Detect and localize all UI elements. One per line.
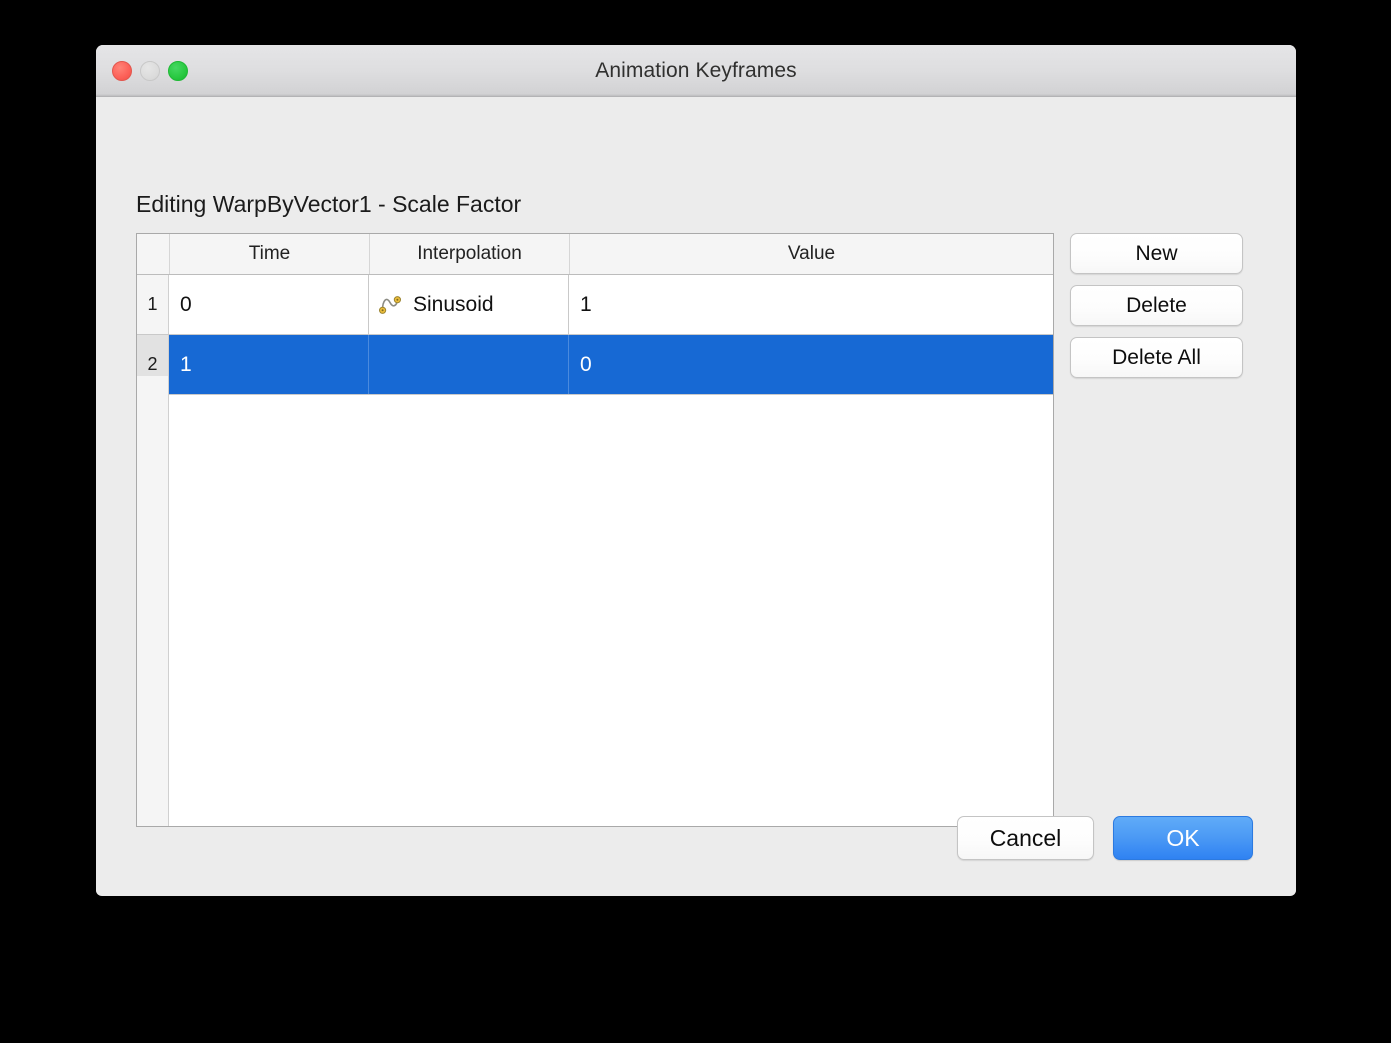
editing-heading: Editing WarpByVector1 - Scale Factor [136, 191, 522, 217]
ok-button[interactable]: OK [1113, 816, 1253, 860]
table-header-row: Time Interpolation Value [137, 234, 1053, 275]
delete-button[interactable]: Delete [1070, 285, 1243, 326]
table-actions: New Delete Delete All [1070, 233, 1243, 378]
delete-all-button[interactable]: Delete All [1070, 337, 1243, 378]
new-button[interactable]: New [1070, 233, 1243, 274]
table-gutter-filler [137, 376, 169, 826]
table-row[interactable]: 1 0 Sinusoid 1 [137, 275, 1053, 335]
row-number: 1 [137, 275, 169, 334]
window-titlebar: Animation Keyframes [96, 45, 1296, 97]
keyframe-table[interactable]: Time Interpolation Value 1 0 Sinusoid 1 … [136, 233, 1054, 827]
window-title: Animation Keyframes [595, 58, 797, 82]
cell-interpolation[interactable]: Sinusoid [369, 275, 569, 334]
cell-interpolation-label: Sinusoid [413, 292, 494, 316]
screen: Animation Keyframes Editing WarpByVector… [0, 0, 1391, 1043]
table-row[interactable]: 2 1 0 [137, 335, 1053, 395]
sinusoid-curve-icon [379, 295, 401, 314]
cancel-button[interactable]: Cancel [957, 816, 1094, 860]
table-header-corner [137, 234, 169, 274]
cell-value[interactable]: 0 [569, 335, 1053, 394]
cell-value[interactable]: 1 [569, 275, 1053, 334]
column-header-time[interactable]: Time [169, 234, 369, 274]
column-header-value[interactable]: Value [569, 234, 1053, 274]
table-body: 1 0 Sinusoid 1 2 1 0 [137, 275, 1053, 395]
dialog-footer: Cancel OK [957, 816, 1253, 860]
column-header-interpolation[interactable]: Interpolation [369, 234, 569, 274]
cell-time[interactable]: 1 [169, 335, 369, 394]
cell-time[interactable]: 0 [169, 275, 369, 334]
animation-keyframes-dialog: Animation Keyframes Editing WarpByVector… [96, 45, 1296, 896]
dialog-content: Editing WarpByVector1 - Scale Factor Tim… [96, 97, 1296, 895]
cell-interpolation[interactable] [369, 335, 569, 394]
